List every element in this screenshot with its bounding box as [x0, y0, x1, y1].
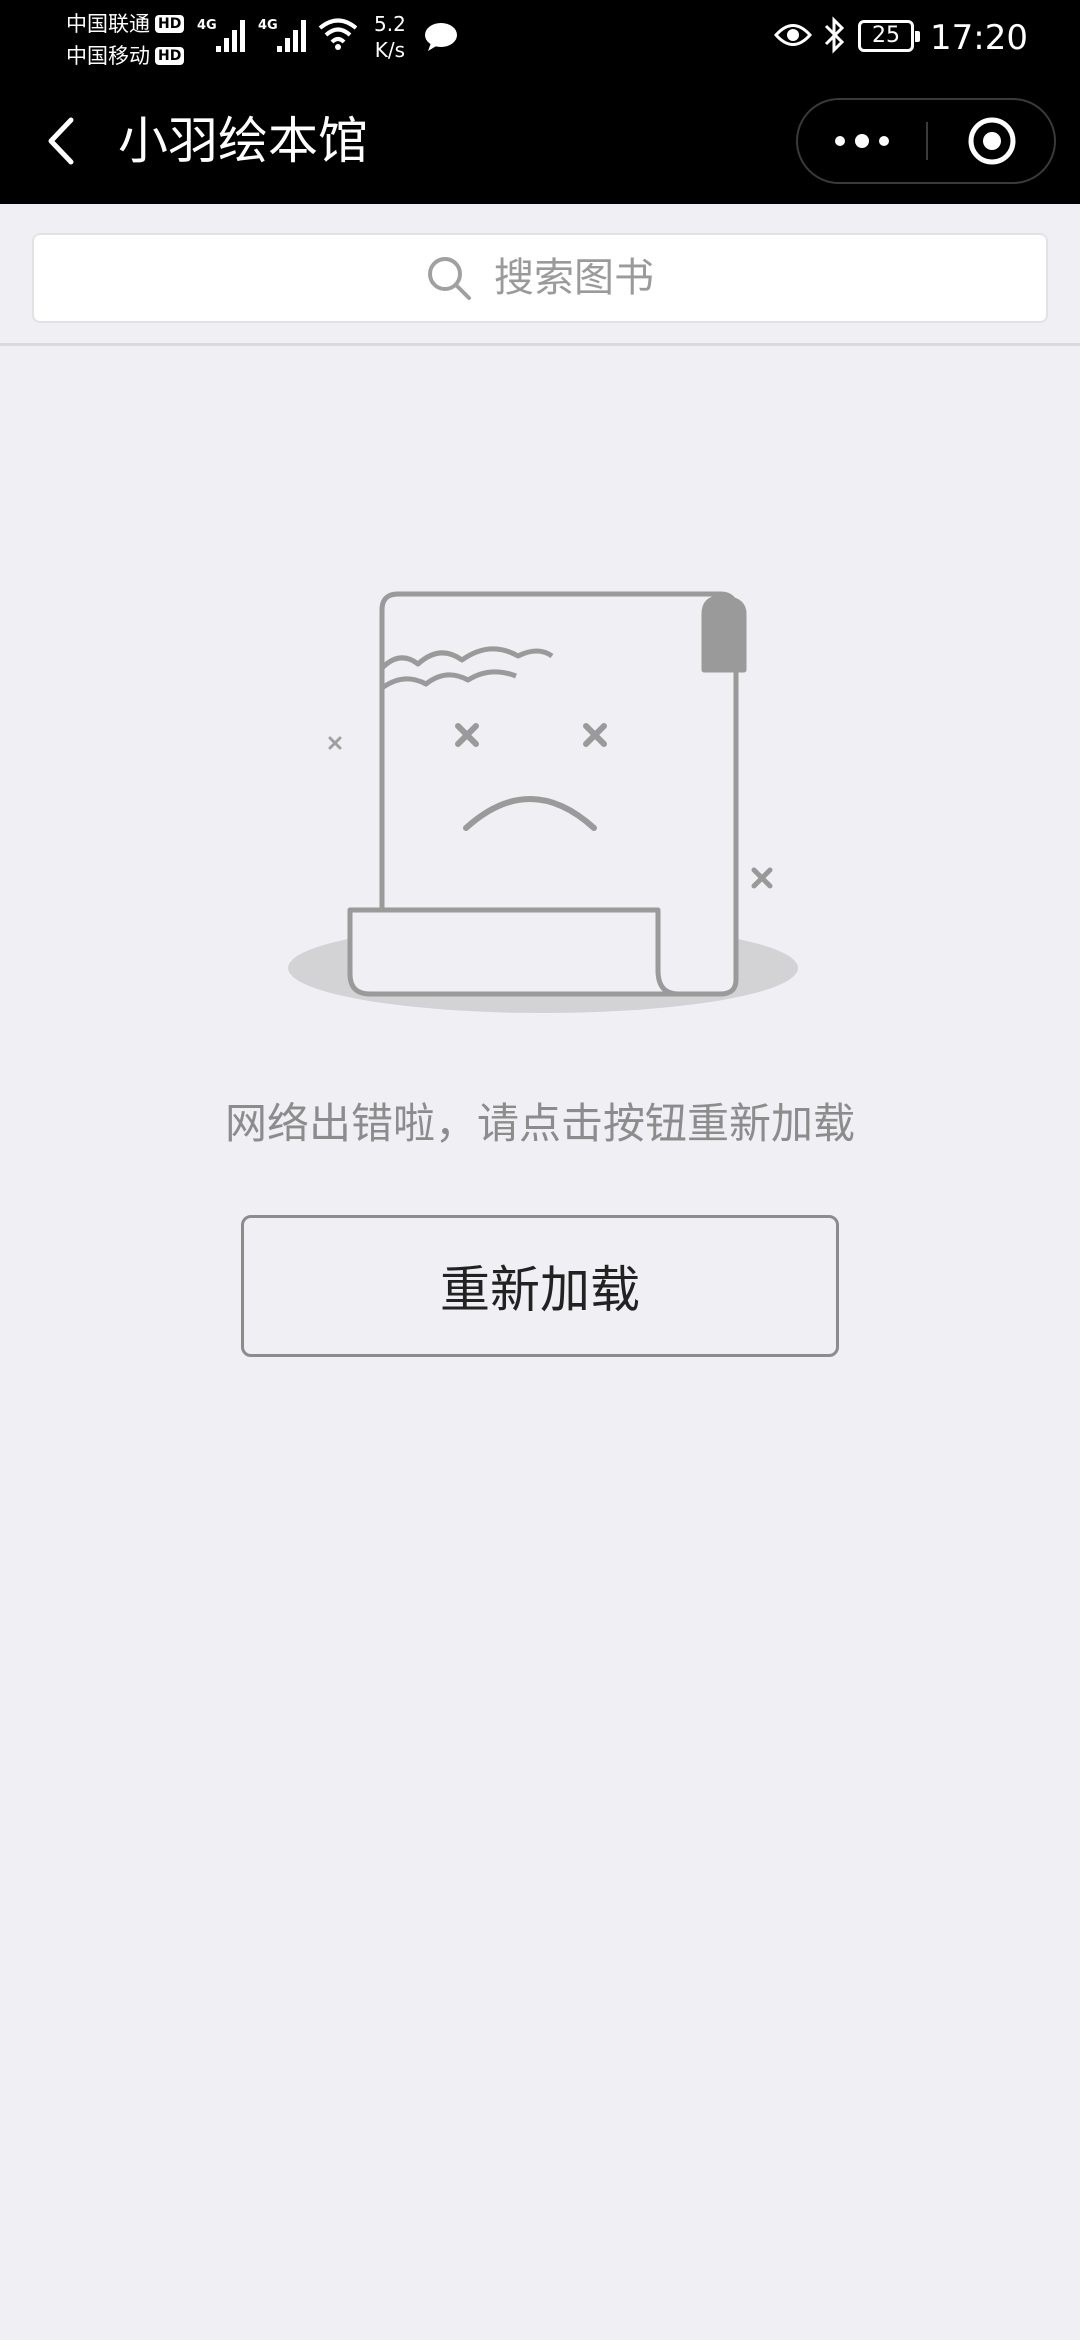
search-area: 搜索图书 — [0, 204, 1080, 346]
carrier-name-2: 中国移动 — [66, 44, 150, 68]
hd-badge-2: HD — [155, 47, 185, 65]
hd-badge-1: HD — [155, 15, 185, 33]
network-type-2: 4G — [258, 18, 278, 33]
search-input[interactable]: 搜索图书 — [32, 233, 1048, 323]
status-time: 17:20 — [930, 18, 1028, 58]
target-close-icon — [968, 117, 1016, 165]
sad-scroll-illustration — [288, 591, 798, 1013]
search-placeholder: 搜索图书 — [494, 255, 654, 301]
page-title: 小羽绘本馆 — [118, 112, 368, 170]
back-arrow-icon — [48, 117, 74, 165]
search-icon — [426, 255, 472, 301]
eye-icon — [774, 24, 812, 46]
carrier-name-1: 中国联通 — [66, 12, 150, 36]
mini-program-capsule — [796, 98, 1056, 184]
error-message: 网络出错啦，请点击按钮重新加载 — [224, 1099, 855, 1148]
bluetooth-icon — [824, 16, 845, 54]
status-bar: 中国联通 HD 中国移动 HD 4G 4G 5.2 K/s 25 17:20 — [0, 0, 1080, 78]
battery-icon: 25 — [858, 20, 920, 52]
reload-button[interactable]: 重新加载 — [241, 1215, 839, 1357]
close-miniprogram-button[interactable] — [928, 100, 1056, 182]
chat-icon — [425, 23, 457, 51]
battery-level: 25 — [872, 23, 900, 48]
navigation-bar: 小羽绘本馆 — [0, 78, 1080, 204]
network-type-1: 4G — [197, 18, 217, 33]
speed-value: 5.2 — [374, 12, 406, 36]
signal-icon — [277, 20, 306, 52]
back-button[interactable] — [30, 108, 90, 174]
wifi-icon — [318, 18, 358, 50]
more-dots-icon — [835, 134, 889, 148]
signal-icon — [216, 20, 245, 52]
more-button[interactable] — [798, 100, 926, 182]
carrier-info: 中国联通 HD 中国移动 HD — [66, 8, 185, 72]
network-speed: 5.2 K/s — [374, 11, 406, 63]
speed-unit: K/s — [374, 38, 406, 62]
